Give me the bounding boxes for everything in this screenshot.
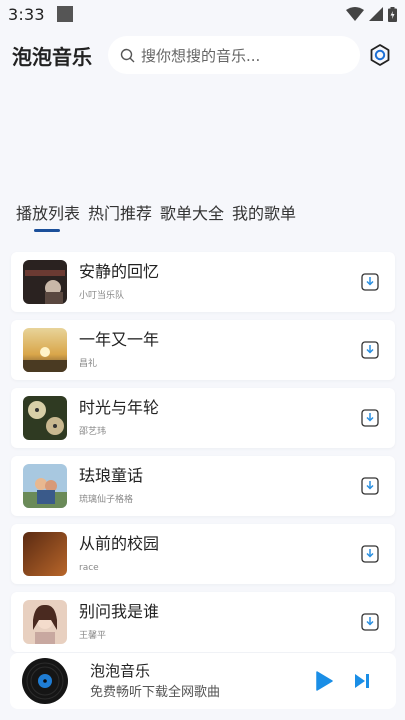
song-title: 别问我是谁 xyxy=(79,602,160,621)
tab-playlist[interactable]: 播放列表 xyxy=(16,200,80,232)
album-cover xyxy=(23,600,67,644)
play-icon xyxy=(316,671,333,691)
song-title: 一年又一年 xyxy=(79,330,160,349)
song-info: 一年又一年 昌礼 xyxy=(79,330,359,370)
player-title: 泡泡音乐 xyxy=(90,662,151,680)
song-artist: 琉璃仙子格格 xyxy=(79,495,134,505)
app-title: 泡泡音乐 xyxy=(12,44,92,69)
album-cover xyxy=(23,260,67,304)
list-item[interactable]: 别问我是谁 王馨平 xyxy=(11,592,395,652)
download-button[interactable] xyxy=(359,339,381,361)
status-bar: 3:33 xyxy=(0,0,405,28)
wifi-icon xyxy=(346,7,364,21)
song-info: 安静的回忆 小叮当乐队 xyxy=(79,262,359,302)
song-title: 从前的校园 xyxy=(79,534,160,553)
download-button[interactable] xyxy=(359,407,381,429)
search-input[interactable]: 搜你想搜的音乐... xyxy=(108,36,360,74)
play-button[interactable] xyxy=(312,669,336,693)
list-item[interactable]: 时光与年轮 邵艺玮 xyxy=(11,388,395,448)
settings-button[interactable] xyxy=(367,42,393,68)
song-artist: 邵艺玮 xyxy=(79,427,107,437)
album-cover xyxy=(23,396,67,440)
tab-hot-recommend[interactable]: 热门推荐 xyxy=(88,200,152,232)
song-info: 从前的校园 race xyxy=(79,534,359,574)
notification-icon xyxy=(56,6,73,22)
download-icon xyxy=(361,545,379,563)
song-artist: race xyxy=(79,563,99,573)
album-cover xyxy=(23,328,67,372)
download-button[interactable] xyxy=(359,611,381,633)
header: 泡泡音乐 搜你想搜的音乐... xyxy=(0,32,405,78)
list-item[interactable]: 从前的校园 race xyxy=(11,524,395,584)
download-button[interactable] xyxy=(359,543,381,565)
vinyl-disc-icon xyxy=(22,658,68,704)
album-cover xyxy=(23,532,67,576)
album-cover xyxy=(23,464,67,508)
tab-my-playlists[interactable]: 我的歌单 xyxy=(232,200,296,232)
tab-bar: 播放列表 热门推荐 歌单大全 我的歌单 xyxy=(16,200,296,236)
song-artist: 王馨平 xyxy=(79,631,107,641)
download-icon xyxy=(361,409,379,427)
download-icon xyxy=(361,273,379,291)
list-item[interactable]: 安静的回忆 小叮当乐队 xyxy=(11,252,395,312)
list-item[interactable]: 一年又一年 昌礼 xyxy=(11,320,395,380)
settings-icon xyxy=(370,44,390,66)
download-icon xyxy=(361,477,379,495)
player-info: 泡泡音乐 免费畅听下载全网歌曲 xyxy=(90,661,312,701)
mini-player[interactable]: 泡泡音乐 免费畅听下载全网歌曲 xyxy=(10,653,396,709)
song-info: 珐琅童话 琉璃仙子格格 xyxy=(79,466,359,506)
signal-icon xyxy=(369,7,383,21)
download-button[interactable] xyxy=(359,271,381,293)
search-placeholder: 搜你想搜的音乐... xyxy=(141,46,261,65)
player-subtitle: 免费畅听下载全网歌曲 xyxy=(90,685,221,700)
download-icon xyxy=(361,613,379,631)
song-info: 别问我是谁 王馨平 xyxy=(79,602,359,642)
search-icon xyxy=(120,48,135,62)
download-button[interactable] xyxy=(359,475,381,497)
song-title: 珐琅童话 xyxy=(79,466,144,485)
song-info: 时光与年轮 邵艺玮 xyxy=(79,398,359,438)
battery-icon xyxy=(388,6,397,22)
song-title: 时光与年轮 xyxy=(79,398,160,417)
song-artist: 小叮当乐队 xyxy=(79,291,125,301)
song-title: 安静的回忆 xyxy=(79,262,160,281)
song-artist: 昌礼 xyxy=(79,359,98,369)
download-icon xyxy=(361,341,379,359)
next-button[interactable] xyxy=(350,669,374,693)
skip-next-icon xyxy=(355,674,369,688)
status-icons xyxy=(346,6,397,22)
tab-playlist-collection[interactable]: 歌单大全 xyxy=(160,200,224,232)
status-time: 3:33 xyxy=(8,4,45,24)
list-item[interactable]: 珐琅童话 琉璃仙子格格 xyxy=(11,456,395,516)
